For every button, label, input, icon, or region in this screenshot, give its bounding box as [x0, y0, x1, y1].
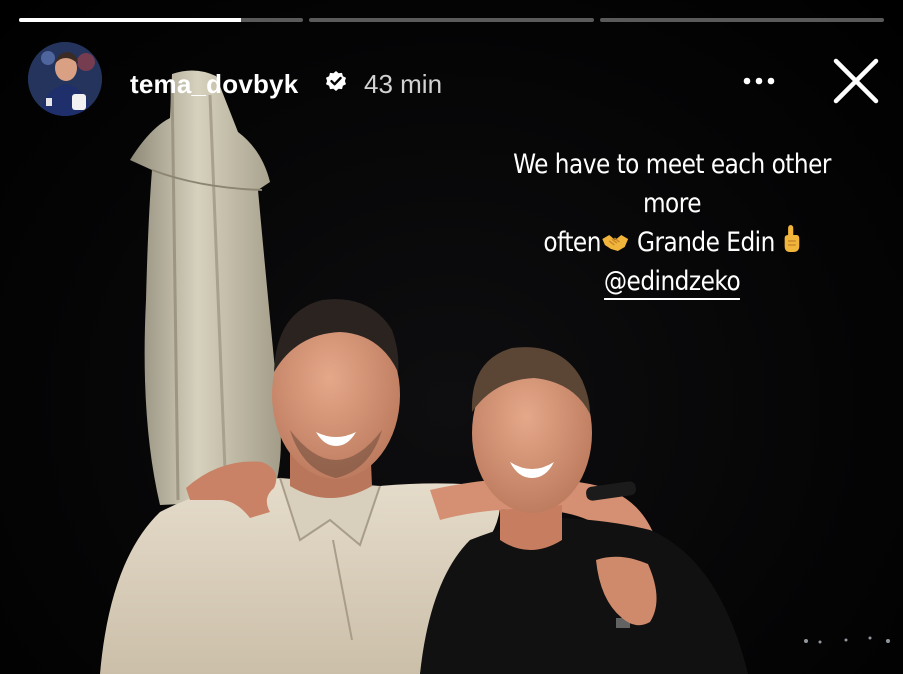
story-caption: We have to meet each other more often Gr…: [498, 145, 845, 301]
caption-text-often: often: [543, 227, 601, 258]
username[interactable]: tema_dovbyk: [130, 69, 298, 100]
story-progress: [19, 18, 884, 22]
mention-link[interactable]: @edindzeko: [603, 266, 741, 300]
index-pointing-up-emoji: [784, 225, 799, 252]
progress-segment: [309, 18, 594, 22]
post-time: 43 min: [364, 69, 443, 99]
progress-segment: [599, 18, 884, 22]
caption-text-grande-edin: Grande Edin: [630, 227, 782, 258]
background-lights: [804, 636, 890, 644]
more-options-icon[interactable]: [739, 66, 779, 96]
avatar[interactable]: [28, 42, 102, 116]
story-viewer[interactable]: tema_dovbyk 43 min We have to meet each …: [0, 0, 903, 674]
closed-umbrella: [130, 70, 281, 505]
progress-segment: [19, 18, 304, 22]
verified-badge-icon: [326, 71, 346, 91]
caption-line-2: often Grande Edin: [498, 223, 845, 262]
story-header: tema_dovbyk 43 min: [28, 42, 881, 118]
close-icon[interactable]: [831, 56, 881, 106]
caption-line-1: We have to meet each other more: [513, 149, 831, 219]
handshake-emoji: [602, 235, 629, 251]
right-man-shirt: [420, 518, 748, 674]
